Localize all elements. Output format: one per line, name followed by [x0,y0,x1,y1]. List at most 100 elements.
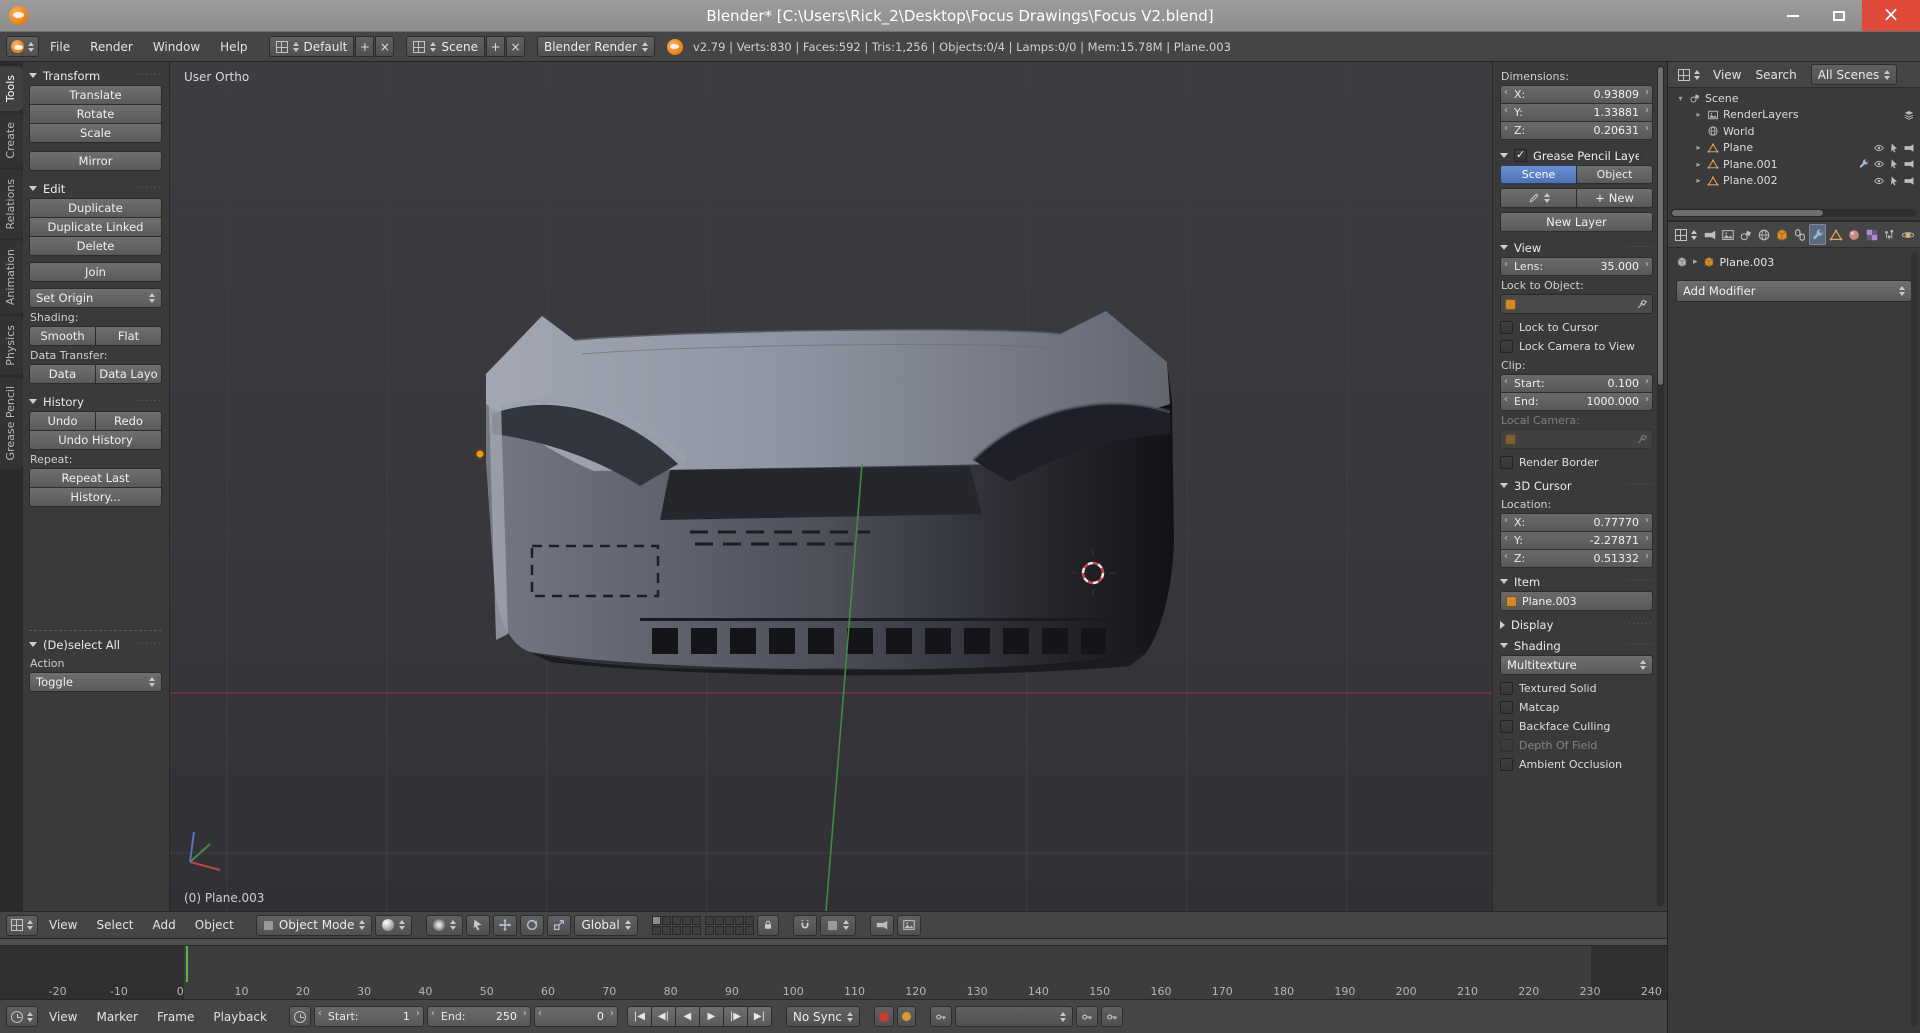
maximize-button[interactable] [1816,0,1862,31]
opengl-render-button[interactable] [869,914,894,936]
pivot-point-selector[interactable] [426,914,464,936]
properties-scrollbar[interactable] [1911,252,1918,1027]
scale-manipulator-toggle[interactable] [547,914,572,936]
outliner-scope-selector[interactable]: All Scenes [1810,64,1898,85]
panel-drag-icon[interactable]: ······ [1628,619,1653,630]
lock-to-cursor-checkbox[interactable] [1500,321,1513,334]
translate-button[interactable]: Translate [29,85,162,105]
insert-keyframe-button[interactable] [1075,1006,1098,1027]
undo-button[interactable]: Undo [29,411,96,431]
screen-layout-selector[interactable]: Default [268,36,355,57]
menu-search[interactable]: Search [1749,64,1802,86]
ambient-occlusion-checkbox[interactable] [1500,758,1513,771]
dimension-y-field[interactable]: ‹ Y: 1.33881 › [1500,103,1653,122]
outliner-row-renderlayers[interactable]: ▸ RenderLayers [1668,107,1920,124]
layer-cell[interactable] [704,925,714,935]
lock-camera-row[interactable]: Lock Camera to View [1500,337,1653,356]
jump-to-end-button[interactable]: ▶| [746,1006,772,1027]
rotate-manipulator-toggle[interactable] [520,914,545,936]
del-layout-button[interactable]: × [375,36,395,57]
selectability-toggle-icon[interactable] [1888,175,1900,187]
tab-particles[interactable] [1881,224,1898,245]
frame-end-field[interactable]: ‹ End: 250 › [426,1006,531,1027]
tab-render-layers[interactable] [1719,224,1736,245]
expand-icon[interactable]: ▾ [1676,94,1685,103]
row-label[interactable]: Scene [1705,92,1739,105]
layer-cell[interactable] [651,915,661,925]
panel-header-transform[interactable]: Transform ······ [29,66,162,85]
close-button[interactable]: × [1862,0,1920,31]
matcap-checkbox[interactable] [1500,701,1513,714]
clip-end-field[interactable]: ‹ End: 1000.000 › [1500,392,1653,411]
add-layout-button[interactable]: + [355,36,375,57]
shade-smooth-button[interactable]: Smooth [29,326,96,346]
row-label[interactable]: Plane.002 [1723,174,1778,187]
transfer-data-layout-button[interactable]: Data Layo [95,364,162,384]
grease-pencil-checkbox[interactable] [1514,148,1527,162]
tab-relations[interactable]: Relations [0,169,23,239]
gp-source-scene-button[interactable]: Scene [1500,165,1577,184]
backface-culling-checkbox[interactable] [1500,720,1513,733]
lock-camera-checkbox[interactable] [1500,340,1513,353]
layer-cell[interactable] [691,915,701,925]
tab-object[interactable] [1773,224,1790,245]
panel-header-view[interactable]: View ······ [1500,238,1653,257]
selectability-toggle-icon[interactable] [1888,142,1900,154]
cursor-y-field[interactable]: ‹ Y: -2.27871 › [1500,531,1653,550]
panel-header-shading[interactable]: Shading ······ [1500,636,1653,655]
layer-cell[interactable] [734,925,744,935]
render-border-checkbox[interactable] [1500,456,1513,469]
row-label[interactable]: Plane [1723,141,1753,154]
outliner-row-plane002[interactable]: ▸ Plane.002 [1668,173,1920,190]
render-engine-selector[interactable]: Blender Render [536,36,655,57]
matcap-row[interactable]: Matcap [1500,698,1653,717]
editor-type-button[interactable] [6,36,39,57]
tab-material[interactable] [1845,224,1862,245]
duplicate-linked-button[interactable]: Duplicate Linked [29,217,162,237]
layer-cell[interactable] [714,915,724,925]
layer-cell[interactable] [671,925,681,935]
menu-add[interactable]: Add [145,915,184,936]
menu-object[interactable]: Object [187,915,242,936]
gp-new-button[interactable]: + New [1576,188,1653,208]
keying-set-icon-button[interactable] [929,1006,952,1027]
editor-type-button[interactable] [6,1006,38,1027]
shade-flat-button[interactable]: Flat [95,326,162,346]
renderability-toggle-icon[interactable] [1903,175,1915,187]
outliner-row-world[interactable]: World [1668,123,1920,140]
tab-create[interactable]: Create [0,113,23,168]
gp-new-layer-button[interactable]: New Layer [1500,212,1653,232]
jump-prev-keyframe-button[interactable]: ◀| [650,1006,676,1027]
layer-cell[interactable] [704,915,714,925]
delete-keyframe-button[interactable] [1100,1006,1123,1027]
current-frame-field[interactable]: ‹ 0 › [533,1006,618,1027]
textured-solid-row[interactable]: Textured Solid [1500,679,1653,698]
row-label[interactable]: Plane.001 [1723,158,1778,171]
panel-header-grease-pencil[interactable]: Grease Pencil Layers ·· [1500,146,1653,165]
panel-header-operator[interactable]: (De)select All ······ [29,635,162,654]
expand-icon[interactable]: ▸ [1694,143,1703,152]
transfer-data-button[interactable]: Data [29,364,96,384]
layer-cell[interactable] [681,915,691,925]
menu-select[interactable]: Select [88,915,141,936]
panel-drag-icon[interactable]: ······ [137,183,162,194]
add-modifier-dropdown[interactable]: Add Modifier [1676,280,1912,302]
lock-to-object-field[interactable] [1500,294,1653,314]
set-origin-dropdown[interactable]: Set Origin [29,288,162,308]
gp-draw-dropdown[interactable] [1500,188,1577,208]
visibility-toggle-icon[interactable] [1873,158,1885,170]
repeat-last-button[interactable]: Repeat Last [29,468,162,488]
editor-type-button[interactable] [1673,64,1705,85]
tab-animation[interactable]: Animation [0,240,23,315]
panel-drag-icon[interactable]: ······ [137,639,162,650]
lock-to-scene-toggle[interactable] [756,914,779,936]
3d-viewport[interactable]: User Ortho (0) Plane.003 [170,62,1492,911]
delete-button[interactable]: Delete [29,236,162,256]
tab-scene[interactable] [1737,224,1754,245]
minimize-button[interactable] [1770,0,1816,31]
snap-toggle[interactable] [792,914,817,936]
layer-cell[interactable] [661,915,671,925]
cursor-x-field[interactable]: ‹ X: 0.77770 › [1500,513,1653,532]
transform-orientation-selector[interactable]: Global [574,914,638,936]
expand-icon[interactable]: ▸ [1694,160,1703,169]
